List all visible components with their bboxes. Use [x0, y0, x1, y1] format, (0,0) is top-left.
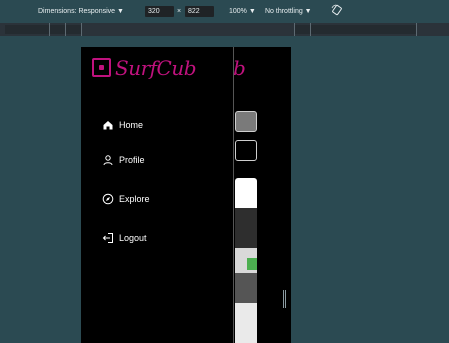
header-logo-text: b — [233, 56, 246, 80]
logo-text: SurfCub — [115, 56, 197, 80]
nav-item-label: Home — [119, 120, 144, 130]
nav-item-home[interactable]: Home — [102, 118, 143, 132]
header-input-box[interactable] — [235, 140, 257, 161]
dimension-separator: × — [177, 8, 182, 15]
user-icon — [103, 155, 113, 166]
media-query-ruler — [0, 23, 449, 36]
nav-drawer: SurfCub Home Profile Explore Logout — [81, 47, 234, 343]
nav-item-profile[interactable]: Profile — [102, 153, 145, 167]
throttling-dropdown[interactable]: No throttling ▼ — [265, 8, 312, 15]
width-input[interactable]: 320 — [145, 6, 174, 17]
nav-item-label: Explore — [119, 194, 150, 204]
header-search-box[interactable] — [235, 111, 257, 132]
nav-item-label: Profile — [119, 155, 145, 165]
logo-mark — [92, 58, 111, 77]
logout-icon — [102, 233, 113, 243]
height-input[interactable]: 822 — [185, 6, 214, 17]
nav-item-logout[interactable]: Logout — [102, 231, 147, 245]
nav-item-label: Logout — [119, 233, 147, 243]
compass-icon — [102, 193, 114, 205]
devtools-toolbar: Dimensions: Responsive ▼ 320 × 822 100% … — [0, 0, 449, 23]
home-icon — [103, 121, 113, 130]
device-viewport: b SurfCub Home Profile Explore Logout — [81, 47, 291, 343]
zoom-dropdown[interactable]: 100% ▼ — [229, 8, 256, 15]
resize-handle[interactable] — [283, 290, 286, 308]
rotate-icon[interactable] — [331, 4, 343, 16]
content-image — [235, 178, 257, 343]
dimensions-dropdown[interactable]: Dimensions: Responsive ▼ — [38, 8, 124, 15]
nav-item-explore[interactable]: Explore — [102, 192, 150, 206]
